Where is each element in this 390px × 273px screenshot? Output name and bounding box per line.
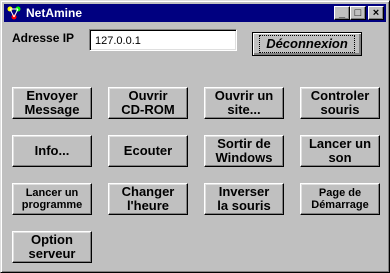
title-bar[interactable]: NetAmine _ □ ×: [4, 4, 386, 22]
exit-windows-label: Sortir de Windows: [215, 136, 273, 165]
maximize-button[interactable]: □: [350, 6, 366, 20]
netamine-app-icon: [7, 6, 21, 20]
invert-mouse-label: Inverser la souris: [217, 184, 271, 213]
launch-program-label: Lancer un programme: [21, 187, 83, 211]
control-mouse-button[interactable]: Controler souris: [300, 87, 380, 119]
window-title: NetAmine: [26, 6, 83, 20]
close-button[interactable]: ×: [368, 6, 384, 20]
change-time-label: Changer l'heure: [121, 184, 175, 213]
info-button[interactable]: Info...: [12, 135, 92, 167]
open-site-label: Ouvrir un site...: [214, 88, 274, 117]
play-sound-button[interactable]: Lancer un son: [300, 135, 380, 167]
disconnect-label: Déconnexion: [259, 35, 355, 53]
minimize-icon: _: [338, 7, 346, 19]
minimize-button[interactable]: _: [334, 6, 350, 20]
start-page-button[interactable]: Page de Démarrage: [300, 183, 380, 215]
close-icon: ×: [372, 7, 380, 19]
info-label: Info...: [34, 143, 70, 158]
listen-label: Ecouter: [123, 143, 173, 158]
control-mouse-label: Controler souris: [310, 88, 370, 117]
open-cdrom-button[interactable]: Ouvrir CD-ROM: [108, 87, 188, 119]
open-site-button[interactable]: Ouvrir un site...: [204, 87, 284, 119]
invert-mouse-button[interactable]: Inverser la souris: [204, 183, 284, 215]
exit-windows-button[interactable]: Sortir de Windows: [204, 135, 284, 167]
app-window: NetAmine _ □ × Adresse IP 127.0.0.1 Déco…: [0, 0, 390, 273]
change-time-button[interactable]: Changer l'heure: [108, 183, 188, 215]
launch-program-button[interactable]: Lancer un programme: [12, 183, 92, 215]
server-options-button[interactable]: Option serveur: [12, 231, 92, 263]
open-cdrom-label: Ouvrir CD-ROM: [121, 88, 175, 117]
send-message-button[interactable]: Envoyer Message: [12, 87, 92, 119]
start-page-label: Page de Démarrage: [311, 187, 369, 211]
ip-address-label: Adresse IP: [12, 31, 75, 45]
send-message-label: Envoyer Message: [24, 88, 80, 117]
listen-button[interactable]: Ecouter: [108, 135, 188, 167]
disconnect-button[interactable]: Déconnexion: [252, 32, 362, 56]
play-sound-label: Lancer un son: [308, 136, 372, 165]
server-options-label: Option serveur: [28, 232, 76, 261]
maximize-icon: □: [354, 7, 362, 19]
ip-address-field[interactable]: 127.0.0.1: [89, 29, 237, 51]
